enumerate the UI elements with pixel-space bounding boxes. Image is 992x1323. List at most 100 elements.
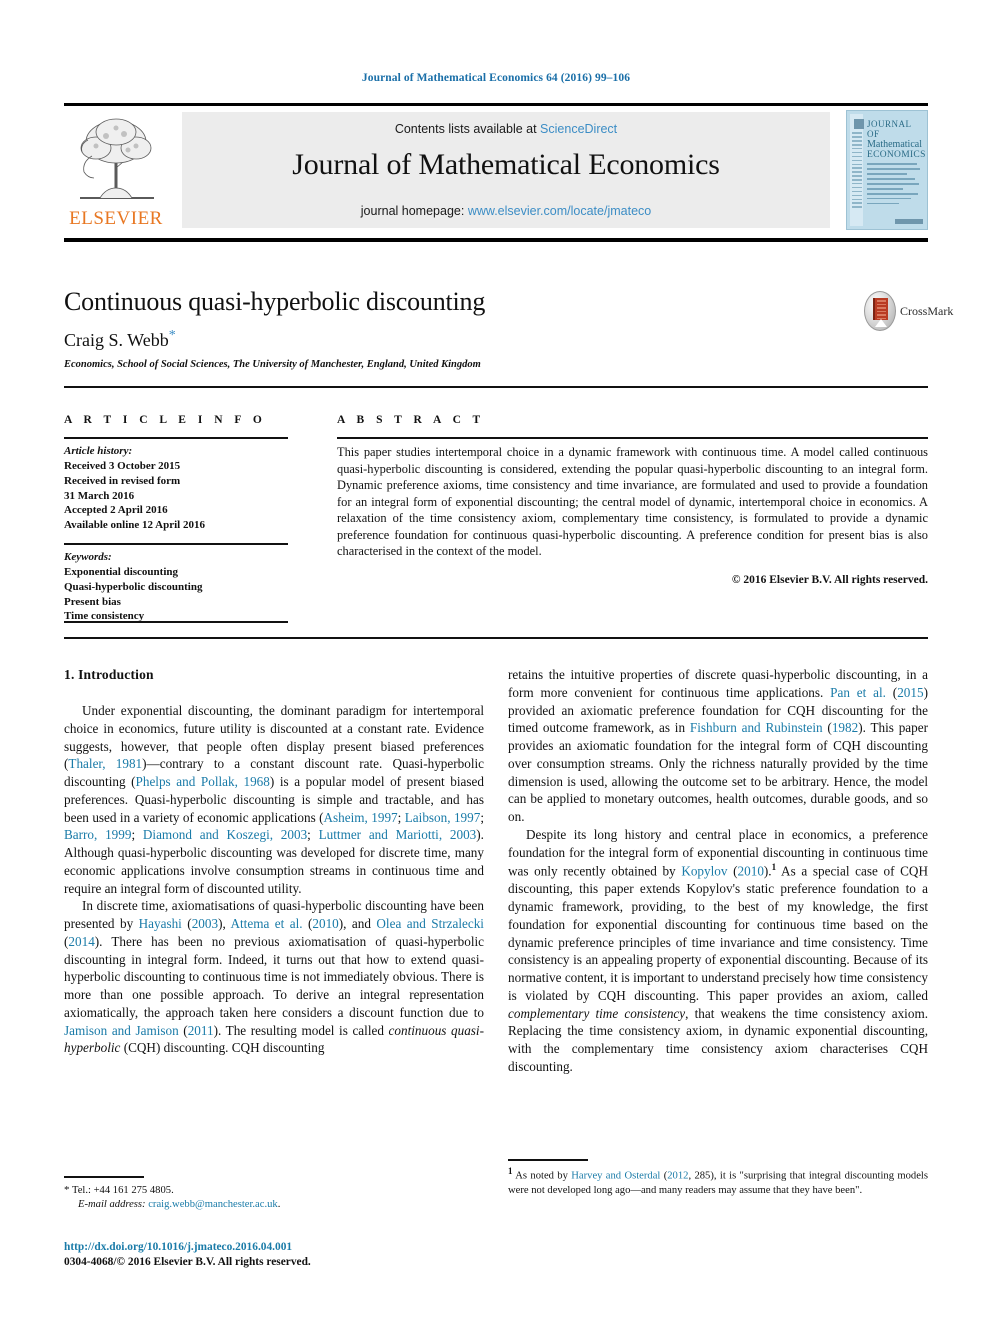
article-info-heading: A R T I C L E I N F O (64, 414, 267, 426)
citation-link[interactable]: 2015 (897, 685, 923, 700)
paragraph: Under exponential discounting, the domin… (64, 702, 484, 897)
keywords-bottom-rule (64, 621, 288, 623)
text-run: ( (822, 720, 832, 736)
citation-link[interactable]: 2010 (312, 916, 338, 931)
info-bottom-rule (64, 637, 928, 639)
citation-link[interactable]: 2012 (667, 1171, 688, 1182)
crossmark-triangle-icon (875, 319, 887, 327)
footnote-tel: Tel.: +44 161 275 4805. (71, 1185, 174, 1196)
footnote-star-marker: * (64, 1184, 70, 1196)
citation-link[interactable]: Olea and Strzalecki (376, 916, 484, 931)
citation-link[interactable]: Phelps and Pollak, 1968 (136, 774, 270, 789)
text-run: ( (181, 916, 192, 932)
citation-link[interactable]: Attema et al. (230, 916, 302, 931)
elsevier-logo: ELSEVIER (66, 110, 166, 230)
keyword-item: Present bias (64, 595, 121, 608)
article-info-rule (64, 437, 288, 439)
citation-link[interactable]: Jamison and Jamison (64, 1023, 179, 1038)
history-line: Received in revised form (64, 474, 181, 487)
text-run: ). The resulting model is called (213, 1022, 389, 1038)
abstract-heading: A B S T R A C T (337, 414, 485, 426)
text-run: As noted by (512, 1170, 572, 1182)
running-head: Journal of Mathematical Economics 64 (20… (361, 72, 631, 84)
text-run: ), and (338, 916, 377, 932)
period: . (277, 1198, 281, 1210)
crossmark-label: CrossMark (900, 304, 954, 318)
cover-title-text: JOURNAL OF Mathematical ECONOMICS (867, 119, 926, 161)
text-run: ; (397, 809, 405, 825)
sciencedirect-link[interactable]: ScienceDirect (540, 122, 617, 136)
author-label: Craig S. Webb (64, 330, 169, 350)
corresponding-author-footnote: * Tel.: +44 161 275 4805. E-mail address… (64, 1183, 484, 1212)
citation-link[interactable]: Asheim, 1997 (324, 810, 398, 825)
text-run: ( (727, 863, 738, 879)
citation-link[interactable]: Harvey and Osterdal (571, 1171, 660, 1182)
article-history-block: Article history: Received 3 October 2015… (64, 444, 294, 533)
keywords-label: Keywords: (64, 551, 112, 563)
title-bottom-rule (64, 386, 928, 388)
citation-link[interactable]: 2003 (192, 916, 218, 931)
right-footnote-rule (508, 1159, 588, 1161)
numbered-footnote-1: 1 As noted by Harvey and Osterdal (2012,… (508, 1166, 928, 1197)
keyword-item: Exponential discounting (64, 565, 179, 578)
abstract-rule (337, 437, 928, 439)
keywords-block: Keywords: Exponential discounting Quasi-… (64, 550, 294, 624)
cover-footer-mark (895, 219, 923, 224)
text-run: ), (218, 916, 231, 932)
masthead-top-rule (64, 103, 928, 106)
citation-link[interactable]: 2011 (188, 1023, 214, 1038)
citation-link[interactable]: 1982 (832, 720, 858, 735)
paragraph: In discrete time, axiomatisations of qua… (64, 897, 484, 1057)
author-footnote-marker: * (168, 328, 176, 343)
author-email-link[interactable]: craig.webb@manchester.ac.uk (148, 1199, 277, 1210)
citation-link[interactable]: Diamond and Koszegi, 2003 (143, 827, 307, 842)
journal-homepage-line: journal homepage: www.elsevier.com/locat… (182, 204, 830, 218)
doi-link[interactable]: http://dx.doi.org/10.1016/j.jmateco.2016… (64, 1241, 292, 1253)
issn-copyright-line: 0304-4068/© 2016 Elsevier B.V. All right… (64, 1255, 311, 1268)
footnote-tel-line: * Tel.: +44 161 275 4805. (64, 1183, 484, 1198)
masthead-bottom-rule (64, 238, 928, 242)
footnote-email-line: E-mail address: craig.webb@manchester.ac… (64, 1198, 484, 1212)
citation-link[interactable]: Hayashi (139, 916, 182, 931)
elsevier-tree-icon (80, 118, 154, 199)
text-run: ; (307, 827, 319, 843)
text-run: ( (302, 916, 313, 932)
contents-prefix: Contents lists available at (394, 122, 541, 136)
citation-link[interactable]: 2010 (738, 864, 764, 879)
imprint-block: http://dx.doi.org/10.1016/j.jmateco.2016… (64, 1240, 494, 1270)
journal-homepage-link[interactable]: www.elsevier.com/locate/jmateco (468, 204, 651, 218)
abstract-copyright: © 2016 Elsevier B.V. All rights reserved… (731, 574, 928, 586)
cover-side-strip (850, 114, 864, 226)
keyword-item: Quasi-hyperbolic discounting (64, 580, 203, 593)
cover-line-3: ECONOMICS (867, 150, 926, 161)
journal-title: Journal of Mathematical Economics (292, 148, 720, 181)
cover-line-1: JOURNAL OF (867, 119, 912, 140)
citation-link[interactable]: Laibson, 1997 (405, 810, 481, 825)
crossmark-icon (864, 291, 896, 331)
citation-link[interactable]: Barro, 1999 (64, 827, 131, 842)
homepage-prefix: journal homepage: (360, 204, 468, 218)
author-name: Craig S. Webb* (64, 328, 176, 351)
text-run: ( (885, 684, 898, 700)
body-column-right: retains the intuitive properties of disc… (508, 666, 928, 1076)
history-line: Available online 12 April 2016 (64, 519, 205, 532)
citation-link[interactable]: Thaler, 1981 (68, 756, 142, 771)
citation-link[interactable]: Pan et al. (830, 685, 886, 700)
paragraph: Despite its long history and central pla… (508, 826, 928, 1076)
journal-cover-thumbnail: JOURNAL OF Mathematical ECONOMICS (846, 110, 928, 230)
body-column-left: 1. Introduction Under exponential discou… (64, 666, 484, 1057)
paper-page: Journal of Mathematical Economics 64 (20… (0, 0, 992, 1323)
citation-link[interactable]: Luttmer and Mariotti, 2003 (319, 827, 477, 842)
emphasis-term: complementary time consistency (508, 1005, 686, 1021)
history-line: Received 3 October 2015 (64, 459, 181, 472)
text-run: ; (131, 827, 143, 843)
citation-link[interactable]: Kopylov (681, 864, 727, 879)
citation-link[interactable]: 2014 (68, 934, 94, 949)
text-run: (CQH) discounting. CQH discounting (120, 1040, 325, 1056)
citation-link[interactable]: Fishburn and Rubinstein (690, 720, 823, 735)
article-history-label: Article history: (64, 445, 133, 457)
author-affiliation: Economics, School of Social Sciences, Th… (64, 359, 481, 370)
text-run: ). This paper provides an axiomatic foun… (508, 720, 928, 824)
crossmark-badge[interactable]: CrossMark (864, 291, 953, 333)
contents-available-line: Contents lists available at ScienceDirec… (182, 122, 830, 136)
